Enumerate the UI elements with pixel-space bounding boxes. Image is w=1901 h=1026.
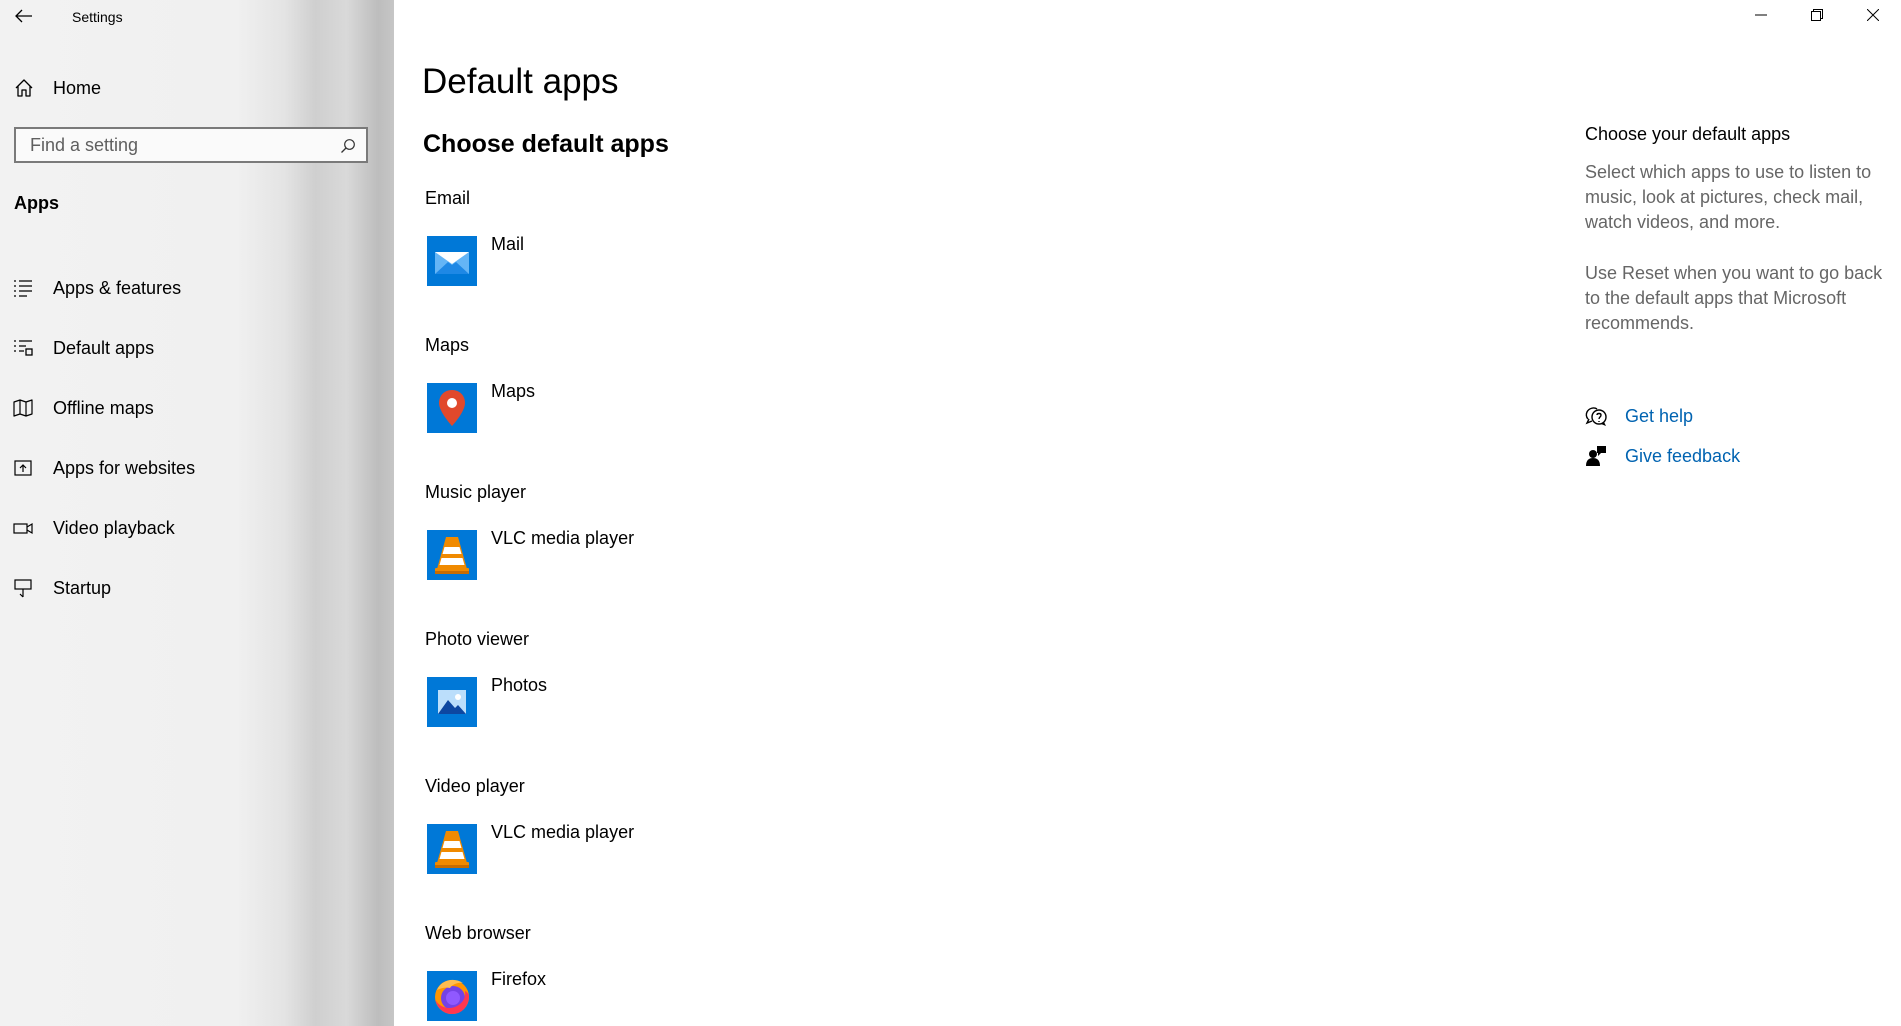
default-app-button-maps[interactable]: Maps: [425, 381, 685, 437]
sidebar: Settings Home Apps Apps & features: [0, 0, 394, 1026]
category-video-player: Video player VLC media player: [425, 776, 1025, 906]
app-title: Settings: [72, 9, 123, 25]
photos-icon: [427, 677, 477, 727]
mail-icon: [427, 236, 477, 286]
maps-pin-icon: [427, 383, 477, 433]
startup-icon: [13, 578, 33, 598]
sidebar-item-home[interactable]: Home: [0, 70, 394, 106]
get-help-label: Get help: [1625, 405, 1694, 426]
category-web-browser: Web browser Firefox: [425, 923, 1025, 1026]
back-arrow-icon: [15, 9, 33, 28]
sidebar-item-video-playback[interactable]: Video playback: [0, 498, 394, 558]
sidebar-item-label: Offline maps: [53, 397, 154, 418]
restore-icon: [1811, 8, 1823, 26]
vlc-icon: [427, 530, 477, 580]
category-email: Email Mail: [425, 188, 1025, 318]
give-feedback-link[interactable]: Give feedback: [1585, 442, 1885, 470]
category-music-player: Music player VLC media player: [425, 482, 1025, 612]
settings-window: Settings Home Apps Apps & features: [0, 0, 1901, 1026]
get-help-link[interactable]: Get help: [1585, 402, 1885, 430]
sidebar-item-label: Apps for websites: [53, 457, 196, 478]
app-name: Maps: [491, 381, 536, 401]
give-feedback-label: Give feedback: [1625, 445, 1741, 466]
open-link-icon: [13, 458, 33, 478]
category-label: Photo viewer: [425, 629, 530, 649]
close-button[interactable]: [1845, 0, 1901, 34]
window-controls: [1733, 0, 1901, 34]
info-heading: Choose your default apps: [1585, 124, 1791, 144]
sidebar-item-label: Video playback: [53, 517, 175, 538]
sidebar-item-offline-maps[interactable]: Offline maps: [0, 378, 394, 438]
info-paragraph-2: Use Reset when you want to go back to th…: [1585, 263, 1883, 333]
restore-button[interactable]: [1789, 0, 1845, 34]
minimize-button[interactable]: [1733, 0, 1789, 34]
category-label: Web browser: [425, 923, 531, 943]
category-label: Maps: [425, 335, 470, 355]
section-subtitle: Choose default apps: [423, 130, 669, 158]
app-name: Firefox: [491, 969, 547, 989]
category-maps: Maps Maps: [425, 335, 1025, 465]
category-label: Email: [425, 188, 471, 208]
title-bar: Settings: [0, 0, 394, 36]
home-icon: [14, 78, 34, 98]
sidebar-item-label: Apps & features: [53, 277, 182, 298]
default-app-button-music[interactable]: VLC media player: [425, 528, 685, 584]
default-app-button-video[interactable]: VLC media player: [425, 822, 685, 878]
info-pane: Choose your default apps Select which ap…: [1585, 0, 1885, 1026]
app-name: Photos: [491, 675, 548, 695]
info-paragraph-1: Select which apps to use to listen to mu…: [1585, 162, 1872, 232]
main-content: Default apps Choose default apps Email M…: [394, 0, 1524, 1026]
app-name: VLC media player: [491, 822, 635, 842]
category-label: Video player: [425, 776, 525, 796]
default-app-button-email[interactable]: Mail: [425, 234, 685, 290]
search-input[interactable]: [16, 129, 330, 161]
vlc-icon: [427, 824, 477, 874]
app-name: Mail: [491, 234, 525, 254]
close-icon: [1866, 8, 1880, 26]
search-box: [14, 127, 368, 163]
help-chat-icon: [1585, 405, 1607, 427]
default-app-button-photos[interactable]: Photos: [425, 675, 685, 731]
sidebar-item-label: Startup: [53, 577, 112, 598]
firefox-icon: [427, 971, 477, 1021]
sidebar-item-startup[interactable]: Startup: [0, 558, 394, 618]
default-apps-icon: [13, 338, 33, 358]
app-name: VLC media player: [491, 528, 635, 548]
page-title: Default apps: [422, 62, 619, 101]
sidebar-home-label: Home: [53, 77, 102, 98]
default-app-button-browser[interactable]: Firefox: [425, 969, 685, 1025]
back-button[interactable]: [10, 4, 38, 32]
minimize-icon: [1755, 8, 1767, 26]
category-label: Music player: [425, 482, 527, 502]
section-heading-apps: Apps: [14, 193, 59, 213]
sidebar-item-label: Default apps: [53, 337, 155, 358]
category-photo-viewer: Photo viewer Photos: [425, 629, 1025, 759]
sidebar-nav: Apps & features Default apps Offline map…: [0, 258, 394, 618]
search-icon[interactable]: [338, 136, 358, 156]
sidebar-item-apps-for-websites[interactable]: Apps for websites: [0, 438, 394, 498]
video-icon: [13, 518, 33, 538]
sidebar-item-default-apps[interactable]: Default apps: [0, 318, 394, 378]
list-icon: [13, 278, 33, 298]
feedback-icon: [1585, 445, 1607, 467]
map-icon: [13, 398, 33, 418]
sidebar-item-apps-features[interactable]: Apps & features: [0, 258, 394, 318]
